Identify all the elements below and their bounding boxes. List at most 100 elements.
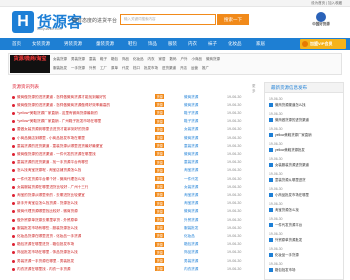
sidebar-link[interactable]: 小商品批发市场在哪里	[269, 192, 343, 198]
sidebar-item[interactable]: 19-06-30 微商货源渠道怎么找	[269, 97, 343, 108]
item-tag[interactable]: 货源	[155, 118, 165, 124]
sidebar-item[interactable]: 19-06-30 外贸原单货源批发	[269, 232, 343, 243]
list-item[interactable]: 箱包货源在哪里进货 - 箱包批发市场 货源 箱包货源 19-06-30	[12, 241, 260, 249]
sidebar-label[interactable]: 箱包批发市场	[275, 268, 295, 272]
nav-item[interactable]: 服装	[168, 38, 177, 50]
category-link[interactable]: 内衣	[148, 57, 155, 61]
item-category[interactable]: 鞋子货源	[184, 119, 198, 124]
item-title[interactable]: 箱包货源在哪里进货 - 箱包批发市场	[17, 242, 74, 247]
promo-banner[interactable]: 货源/微商/淘宝	[10, 55, 50, 73]
category-link[interactable]: 代发	[122, 66, 129, 70]
item-category[interactable]: 女装货源	[184, 127, 198, 132]
nav-item[interactable]: 童装货源	[96, 38, 114, 50]
item-category[interactable]: 服装批发	[184, 226, 198, 231]
sidebar-link[interactable]: 化妆品一手货源	[269, 252, 343, 258]
category-link[interactable]: 运营	[191, 66, 198, 70]
nav-item[interactable]: 男装货源	[64, 38, 82, 50]
item-title[interactable]: 微商做货源的进货渠道 - 怎样做微商货源才能找到最好的	[17, 95, 106, 100]
category-link[interactable]: 户外	[181, 57, 188, 61]
item-tag[interactable]: 货源	[155, 167, 165, 173]
category-link[interactable]: 开店	[180, 66, 187, 70]
item-category[interactable]: 微商货源	[184, 95, 198, 100]
sidebar-item[interactable]: 19-06-30 微商做货源的进货渠道	[269, 112, 343, 123]
nav-item[interactable]: 化妆品	[228, 38, 242, 50]
item-tag[interactable]: 货源	[155, 135, 165, 140]
item-title[interactable]: *yellow*美鞋货源厂家直销 - 这里有微商货源最新的	[17, 111, 98, 116]
sidebar-item[interactable]: 19-06-30 化妆品一手货源	[269, 247, 343, 258]
logo-icon[interactable]: H	[12, 11, 34, 33]
sidebar-link[interactable]: 箱包批发市场	[269, 267, 343, 273]
sidebar-label[interactable]: 淘宝货源怎么找	[275, 208, 299, 212]
item-title[interactable]: 要做女装货源到哪里去进货才能拿到好的货源	[17, 127, 89, 132]
item-title[interactable]: 新手开淘宝店怎么找货源 - 货源怎么找	[17, 201, 78, 206]
sidebar-label[interactable]: yellow美鞋货源厂家直销	[275, 133, 312, 137]
sidebar-label[interactable]: yellow美鞋货源批发	[275, 148, 305, 152]
item-tag[interactable]: 货源	[155, 143, 165, 149]
nav-item[interactable]: 家居	[256, 38, 265, 50]
list-item[interactable]: 服装批发市场有哪些 - 服装货源怎么找 货源 服装批发 19-06-30	[12, 224, 260, 232]
item-tag[interactable]: 货源	[155, 249, 165, 255]
item-category[interactable]: 箱包货源	[184, 242, 198, 247]
item-tag[interactable]: 货源	[155, 208, 165, 214]
sidebar-label[interactable]: 化妆品一手货源	[275, 253, 299, 257]
sidebar-item[interactable]: 19-06-30 女装服装货源进货渠道	[269, 157, 343, 168]
category-link[interactable]: 一手货源	[71, 66, 85, 70]
sidebar-link[interactable]: 一件代发货源平台	[269, 222, 343, 228]
item-tag[interactable]: 货源	[155, 184, 165, 190]
list-item[interactable]: 小商品微店到哪里 - 小商品批发市场在哪里 货源 微商货源 19-06-30	[12, 134, 260, 142]
item-tag[interactable]: 货源	[155, 192, 165, 198]
category-link[interactable]: 推广	[202, 66, 209, 70]
item-title[interactable]: 童装货源的进货渠道 - 找一手货源平台有哪些	[17, 160, 88, 165]
nav-item[interactable]: 女装货源	[32, 38, 50, 50]
category-link[interactable]: 工厂	[100, 66, 107, 70]
category-link[interactable]: 微商货源	[206, 57, 220, 61]
sidebar-item[interactable]: 19-06-30 一件代发货源平台	[269, 217, 343, 228]
category-link[interactable]: 鞋子	[100, 57, 107, 61]
item-category[interactable]: 童装货源	[184, 144, 198, 149]
list-item[interactable]: *yellow*美鞋货源厂家直销 - 广州鞋子批发市场在哪里 货源 鞋子货源 19-0…	[12, 118, 260, 126]
list-item[interactable]: *yellow*美鞋货源厂家直销 - 这里有微商货源最新的 货源 鞋子货源 19-06…	[12, 109, 260, 117]
item-title[interactable]: 服装批发市场有哪些 - 服装货源怎么找	[17, 226, 78, 231]
nav-item[interactable]: 袜子	[208, 38, 217, 50]
item-tag[interactable]: 货源	[155, 241, 165, 247]
sidebar-link[interactable]: 微商货源渠道怎么找	[269, 102, 343, 108]
category-link[interactable]: 女装货源	[53, 57, 67, 61]
category-link[interactable]: 男装货源	[71, 57, 85, 61]
list-item[interactable]: 微商做货源的进货渠道 - 怎样做微商货源才能找到最好的 货源 微商货源 19-06-3…	[12, 93, 260, 101]
sidebar-label[interactable]: 微商货源渠道怎么找	[275, 103, 306, 107]
item-category[interactable]: 童装货源	[184, 160, 198, 165]
nav-item[interactable]: 鞋包	[128, 38, 137, 50]
sidebar-label[interactable]: 小商品批发市场在哪里	[275, 193, 309, 197]
list-item[interactable]: 童装货源的进货渠道 - 童装货源从哪里进货最好最便宜 货源 童装货源 19-06-30	[12, 142, 260, 150]
category-link[interactable]: 数码	[170, 57, 177, 61]
item-category[interactable]: 微商货源	[184, 136, 198, 141]
item-category[interactable]: 淘宝货源	[184, 168, 198, 173]
sidebar-link[interactable]: 童装货源从哪里进货	[269, 177, 343, 183]
item-category[interactable]: 淘宝货源	[184, 193, 198, 198]
item-title[interactable]: 微商做货源的进货渠道 - 一件代发的货源在哪里找	[17, 152, 96, 157]
item-category[interactable]: 内衣货源	[184, 267, 198, 272]
sidebar-item[interactable]: 19-06-30 箱包批发市场	[269, 262, 343, 273]
item-tag[interactable]: 货源	[155, 266, 165, 272]
list-item[interactable]: 微商做货源的进货渠道 - 怎样做微商货源做得好效率最高的 货源 微商货源 19-06-…	[12, 101, 260, 109]
item-category[interactable]: 女装货源	[184, 185, 198, 190]
sidebar-label[interactable]: 微商做货源的进货渠道	[275, 118, 309, 122]
category-link[interactable]: 饰品	[122, 57, 129, 61]
category-link[interactable]: 进货渠道	[162, 66, 176, 70]
category-link[interactable]: 服装批发	[53, 66, 67, 70]
category-link[interactable]: 家居	[159, 57, 166, 61]
item-title[interactable]: 怎么找淘宝货源呢 - 淘宝店铺货源怎么找	[17, 168, 81, 173]
sidebar-link[interactable]: 淘宝货源怎么找	[269, 207, 343, 213]
sidebar-link[interactable]: 女装服装货源进货渠道	[269, 162, 343, 168]
category-link[interactable]: 外贸	[89, 66, 96, 70]
sidebar-link[interactable]: 微商做货源的进货渠道	[269, 117, 343, 123]
item-tag[interactable]: 货源	[155, 176, 165, 181]
category-link[interactable]: 童装	[89, 57, 96, 61]
sidebar-item[interactable]: 19-06-30 yellow美鞋货源厂家直销	[269, 127, 343, 138]
sidebar-item[interactable]: 19-06-30 童装货源从哪里进货	[269, 172, 343, 183]
item-tag[interactable]: 货源	[155, 217, 165, 222]
item-category[interactable]: 化妆品	[184, 234, 195, 239]
list-item[interactable]: 做外贸原单货源去哪里拿货 - 外贸原单 货源 外贸货源 19-06-30	[12, 216, 260, 224]
item-title[interactable]: 微商做货源的进货渠道 - 怎样做微商货源做得好效率最高的	[17, 103, 110, 108]
sidebar-label[interactable]: 一件代发货源平台	[275, 223, 302, 227]
